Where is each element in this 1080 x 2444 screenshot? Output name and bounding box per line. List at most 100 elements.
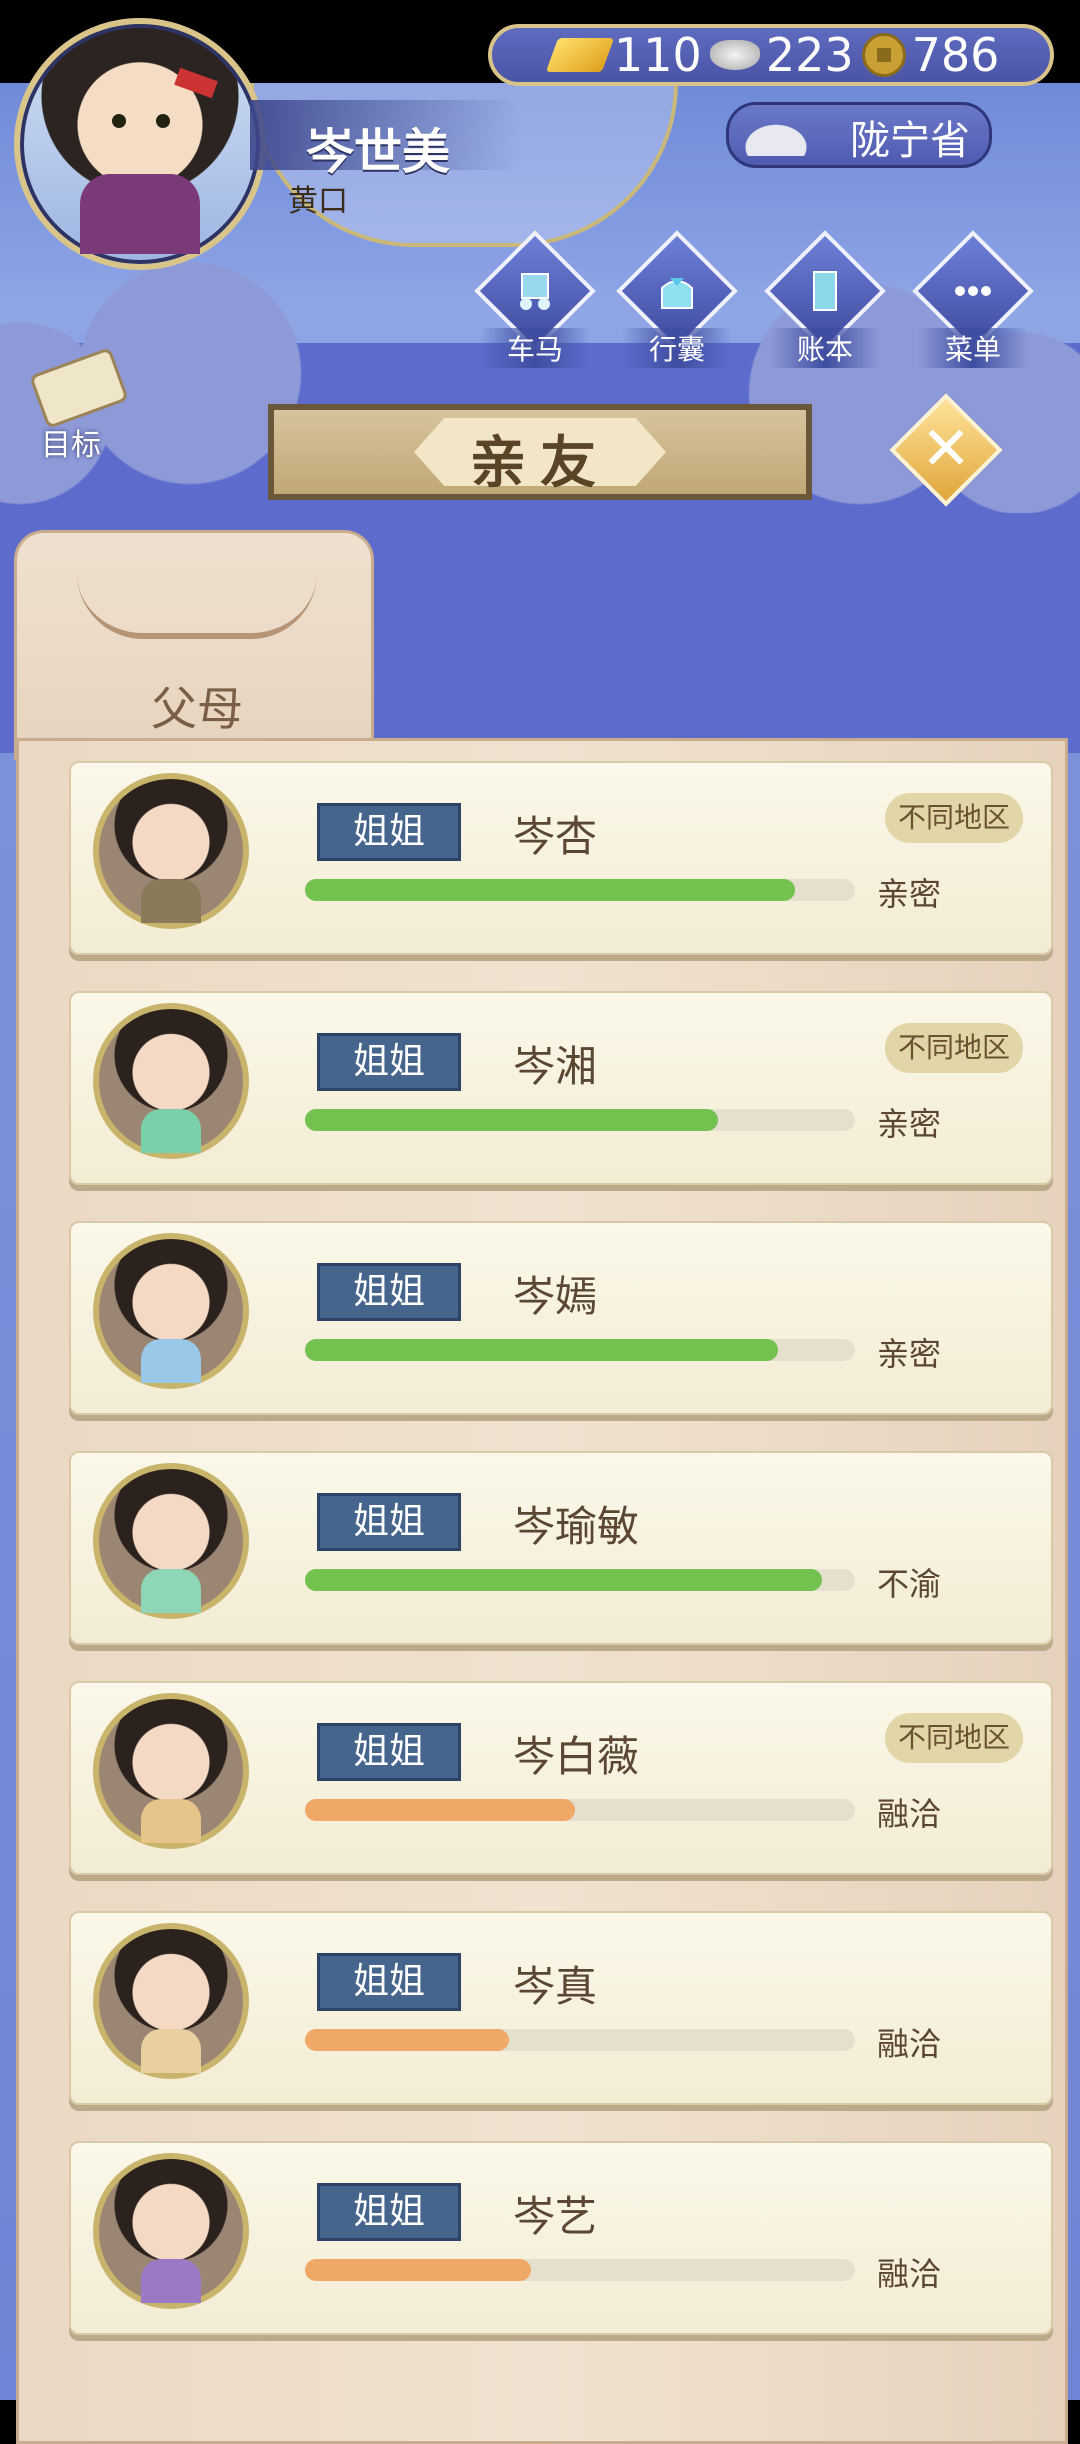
member-name: 岑瑜敏 xyxy=(513,1502,640,1551)
relationship-status: 融洽 xyxy=(877,2255,942,2293)
member-dress xyxy=(141,1799,201,1843)
location-icon xyxy=(744,112,824,156)
nav-carriage-button[interactable]: 车马 xyxy=(474,230,596,368)
location-label: 陇宁省 xyxy=(850,118,970,164)
carriage-icon xyxy=(520,273,550,310)
member-name: 岑杏 xyxy=(513,812,598,861)
bond-progress-fill xyxy=(305,1569,822,1591)
relation-tag: 姐姐 xyxy=(317,2183,461,2241)
region-badge: 不同地区 xyxy=(885,1713,1023,1763)
relationship-status: 亲密 xyxy=(877,875,942,913)
member-name: 岑湘 xyxy=(513,1042,598,1091)
relation-tag: 姐姐 xyxy=(317,1723,461,1781)
family-member-card[interactable]: 姐姐 岑真融洽 xyxy=(69,1911,1053,2105)
member-avatar xyxy=(93,1233,249,1389)
nav-carriage-label: 车马 xyxy=(480,328,590,368)
family-member-card[interactable]: 姐姐 岑湘 不同地区亲密 xyxy=(69,991,1053,1185)
relation-tag: 姐姐 xyxy=(317,1953,461,2011)
member-avatar xyxy=(93,773,249,929)
member-name: 岑真 xyxy=(513,1962,598,2011)
close-icon[interactable]: ✕ xyxy=(906,410,986,490)
bond-progress-fill xyxy=(305,1109,718,1131)
gold-currency: 110 xyxy=(545,28,702,82)
player-name: 岑世美 xyxy=(306,124,451,180)
relationship-status: 不渝 xyxy=(877,1565,942,1603)
relationship-status: 融洽 xyxy=(877,1795,942,1833)
member-name: 岑白薇 xyxy=(513,1732,640,1781)
silver-ingot-icon xyxy=(709,40,760,70)
family-list[interactable]: 姐姐 岑杏 不同地区 亲密 姐姐 岑湘 不同地区 亲密 姐姐 岑嫣 亲密 姐姐 岑瑜敏 不渝 姐姐 岑白薇 不同… xyxy=(16,738,1068,2444)
nav-bag-button[interactable]: 行囊 xyxy=(616,230,738,368)
bond-progress-fill xyxy=(305,1339,778,1361)
gold-amount: 110 xyxy=(614,28,702,82)
coin-amount: 786 xyxy=(911,28,1000,82)
hair-ribbon xyxy=(174,67,218,99)
member-name: 岑嫣 xyxy=(513,1272,598,1321)
family-member-card[interactable]: 姐姐 岑瑜敏不渝 xyxy=(69,1451,1053,1645)
bond-progress-bar xyxy=(305,1339,855,1361)
relationship-status: 融洽 xyxy=(877,2025,942,2063)
member-avatar xyxy=(93,1003,249,1159)
player-title: 黄口 xyxy=(288,184,348,219)
region-badge: 不同地区 xyxy=(885,1023,1023,1073)
nav-menu-label: 菜单 xyxy=(918,328,1028,368)
family-member-card[interactable]: 姐姐 岑嫣亲密 xyxy=(69,1221,1053,1415)
member-avatar xyxy=(93,1923,249,2079)
bond-progress-fill xyxy=(305,879,795,901)
bond-progress-bar xyxy=(305,1109,855,1131)
bag-icon xyxy=(661,278,693,309)
member-avatar xyxy=(93,1693,249,1849)
member-dress xyxy=(141,1339,201,1383)
nav-ledger-button[interactable]: 账本 xyxy=(764,230,886,368)
relation-tag: 姐姐 xyxy=(317,1263,461,1321)
silver-amount: 223 xyxy=(765,28,854,82)
member-dress xyxy=(141,2259,201,2303)
ledger-icon xyxy=(813,271,837,311)
silver-currency: 223 xyxy=(709,28,854,82)
member-dress xyxy=(141,1569,201,1613)
player-avatar[interactable] xyxy=(14,18,266,270)
family-member-card[interactable]: 姐姐 岑白薇 不同地区融洽 xyxy=(69,1681,1053,1875)
member-dress xyxy=(141,1109,201,1153)
bond-progress-bar xyxy=(305,879,855,901)
nav-ledger-label: 账本 xyxy=(770,328,880,368)
cloud-ornament-icon xyxy=(77,573,317,639)
member-dress xyxy=(141,2029,201,2073)
eye-icon xyxy=(112,114,126,128)
scroll-icon xyxy=(29,346,129,430)
member-dress xyxy=(141,879,201,923)
menu-icon xyxy=(955,286,991,296)
bond-progress-fill xyxy=(305,2029,509,2051)
eye-icon xyxy=(156,114,170,128)
robe xyxy=(80,174,200,254)
tab-parents[interactable]: 父母 xyxy=(14,530,374,760)
bond-progress-bar xyxy=(305,1799,855,1821)
member-avatar xyxy=(93,2153,249,2309)
nav-bag-label: 行囊 xyxy=(622,328,732,368)
gold-ingot-icon xyxy=(545,38,615,72)
page-title: 亲友 xyxy=(470,431,610,496)
relation-tag: 姐姐 xyxy=(317,1033,461,1091)
bond-progress-bar xyxy=(305,2029,855,2051)
relation-tag: 姐姐 xyxy=(317,1493,461,1551)
coin-currency: 786 xyxy=(861,28,1000,82)
member-avatar xyxy=(93,1463,249,1619)
relationship-status: 亲密 xyxy=(877,1105,942,1143)
goal-label: 目标 xyxy=(41,428,101,463)
bond-progress-bar xyxy=(305,1569,855,1591)
bond-progress-fill xyxy=(305,2259,531,2281)
region-badge: 不同地区 xyxy=(885,793,1023,843)
member-name: 岑艺 xyxy=(513,2192,598,2241)
relationship-status: 亲密 xyxy=(877,1335,942,1373)
bond-progress-bar xyxy=(305,2259,855,2281)
currency-bar: 110 223 786 xyxy=(488,24,1054,86)
family-member-card[interactable]: 姐姐 岑杏 不同地区亲密 xyxy=(69,761,1053,955)
goal-button[interactable]: 目标 xyxy=(16,346,129,463)
family-member-card[interactable]: 姐姐 岑艺融洽 xyxy=(69,2141,1053,2335)
bond-progress-fill xyxy=(305,1799,575,1821)
relation-tag: 姐姐 xyxy=(317,803,461,861)
nav-menu-button[interactable]: 菜单 xyxy=(912,230,1034,368)
page-title-banner: 亲友 xyxy=(268,404,812,500)
tab-parents-label: 父母 xyxy=(151,682,243,736)
copper-coin-icon xyxy=(861,33,906,77)
